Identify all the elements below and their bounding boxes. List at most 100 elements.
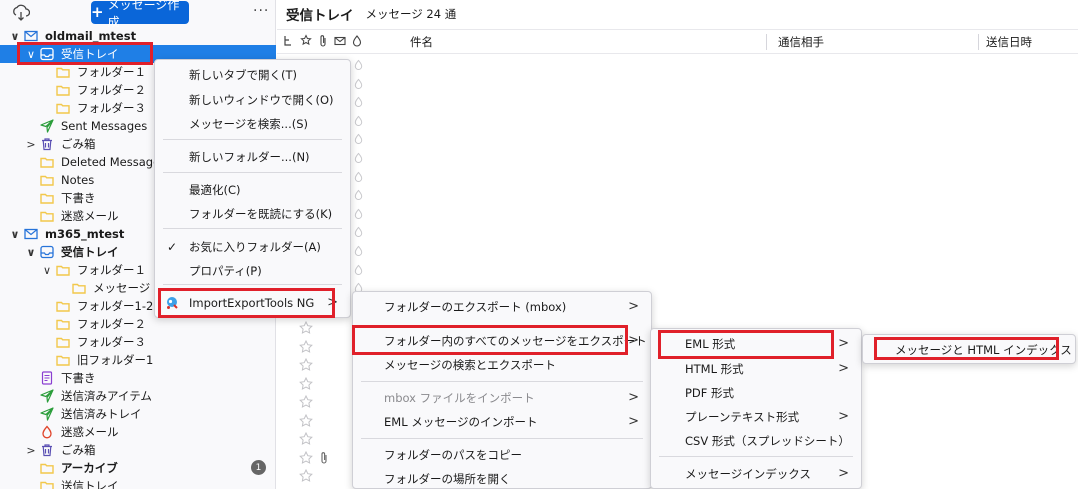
- star-icon[interactable]: [299, 431, 313, 446]
- junk-status-icon[interactable]: [353, 133, 367, 147]
- chevron-right-icon: >: [628, 390, 639, 405]
- star-icon[interactable]: [299, 320, 313, 335]
- star-column-icon[interactable]: [300, 34, 312, 48]
- inbox-icon: [40, 47, 54, 61]
- folder-item[interactable]: 送信済みアイテム: [0, 387, 276, 405]
- menu-item[interactable]: EML 形式 >: [651, 332, 861, 355]
- junk-status-icon[interactable]: [353, 264, 367, 278]
- menu-item[interactable]: フォルダーを既読にする(K): [155, 202, 350, 225]
- column-separator[interactable]: [766, 34, 767, 50]
- mail-account-icon: [24, 227, 38, 241]
- folder-item[interactable]: ∨ oldmail_mtest: [0, 27, 276, 45]
- folder-item[interactable]: アーカイブ: [0, 459, 276, 477]
- menu-item[interactable]: フォルダーの場所を開く: [353, 467, 651, 489]
- folder-item[interactable]: 送信トレイ: [0, 477, 276, 489]
- junk-status-icon[interactable]: [353, 226, 367, 240]
- menu-item[interactable]: 新しいタブで開く(T): [155, 63, 350, 86]
- junk-status-icon[interactable]: [353, 115, 367, 129]
- folder-icon: [56, 299, 70, 313]
- folder-item[interactable]: フォルダー３: [0, 333, 276, 351]
- folder-item[interactable]: 送信済みトレイ: [0, 405, 276, 423]
- folder-item[interactable]: > ごみ箱: [0, 441, 276, 459]
- star-icon[interactable]: [299, 413, 313, 428]
- trash-icon: [40, 137, 54, 151]
- attachment-column-icon[interactable]: [317, 34, 329, 48]
- junk-status-icon[interactable]: [353, 78, 367, 92]
- menu-item[interactable]: CSV 形式（スプレッドシート）: [651, 429, 861, 452]
- more-options-icon[interactable]: ···: [253, 3, 269, 19]
- junk-status-icon[interactable]: [353, 245, 367, 259]
- menu-item[interactable]: ✓ お気に入りフォルダー(A): [155, 235, 350, 258]
- star-icon[interactable]: [299, 394, 313, 409]
- junk-status-icon[interactable]: [353, 152, 367, 166]
- menu-item[interactable]: プレーンテキスト形式 >: [651, 405, 861, 428]
- star-icon[interactable]: [299, 376, 313, 391]
- correspondent-column-header[interactable]: 通信相手: [778, 34, 824, 50]
- collapse-icon[interactable]: ∨: [42, 264, 52, 277]
- collapse-icon[interactable]: ∨: [10, 228, 20, 241]
- importexport-submenu: フォルダーのエクスポート (mbox) > フォルダー内のすべてのメッセージをエクス…: [352, 291, 652, 489]
- subject-column-header[interactable]: 件名: [410, 34, 433, 50]
- menu-item[interactable]: ImportExportTools NG >: [155, 291, 350, 314]
- menu-item[interactable]: 最適化(C): [155, 178, 350, 201]
- expand-icon[interactable]: >: [26, 444, 36, 457]
- folder-label: Sent Messages: [61, 119, 148, 133]
- folder-item[interactable]: 旧フォルダー1: [0, 351, 276, 369]
- folder-icon: [40, 191, 54, 205]
- folder-label: フォルダー３: [77, 101, 146, 115]
- menu-item[interactable]: フォルダー内のすべてのメッセージをエクスポート >: [353, 329, 651, 352]
- menu-item[interactable]: メッセージの検索とエクスポート: [353, 353, 651, 376]
- folder-icon: [56, 353, 70, 367]
- folder-item[interactable]: 下書き: [0, 369, 276, 387]
- star-icon[interactable]: [299, 468, 313, 483]
- junk-status-icon[interactable]: [353, 208, 367, 222]
- read-status-column-icon[interactable]: [334, 34, 346, 48]
- collapse-icon[interactable]: ∨: [26, 246, 36, 259]
- menu-item[interactable]: EML メッセージのインポート >: [353, 410, 651, 433]
- star-icon[interactable]: [299, 450, 313, 465]
- unread-count-badge: 1: [251, 460, 266, 475]
- menu-item[interactable]: メッセージを検索...(S): [155, 112, 350, 135]
- folder-label: m365_mtest: [45, 227, 125, 241]
- sent-icon: [40, 119, 54, 133]
- junk-status-icon[interactable]: [353, 96, 367, 110]
- folder-icon: [56, 101, 70, 115]
- folder-label: フォルダー２: [77, 83, 146, 97]
- junk-status-icon[interactable]: [353, 171, 367, 185]
- junk-column-icon[interactable]: [351, 34, 363, 48]
- get-messages-icon[interactable]: [12, 4, 31, 22]
- date-column-header[interactable]: 送信日時: [986, 34, 1032, 50]
- folder-icon: [40, 479, 54, 489]
- folder-label: アーカイブ: [61, 461, 118, 475]
- menu-item[interactable]: 新しいフォルダー...(N): [155, 145, 350, 168]
- folder-toolbar: + メッセージ作成 ···: [0, 0, 276, 29]
- folder-label: 受信トレイ: [61, 245, 119, 259]
- menu-item[interactable]: 新しいウィンドウで開く(O): [155, 88, 350, 111]
- menu-item-label: プロパティ(P): [189, 263, 262, 278]
- menu-item-label: 最適化(C): [189, 182, 241, 197]
- junk-status-icon[interactable]: [353, 59, 367, 73]
- menu-item[interactable]: フォルダーのパスをコピー: [353, 443, 651, 466]
- junk-status-icon[interactable]: [353, 189, 367, 203]
- folder-label: メッセージ: [93, 281, 151, 295]
- menu-item[interactable]: PDF 形式: [651, 381, 861, 404]
- chevron-right-icon: >: [628, 333, 639, 348]
- menu-separator: [163, 139, 342, 140]
- thread-column-icon[interactable]: [283, 34, 295, 48]
- folder-label: 送信トレイ: [61, 479, 119, 489]
- menu-item[interactable]: HTML 形式 >: [651, 357, 861, 380]
- collapse-icon[interactable]: ∨: [10, 30, 20, 43]
- expand-icon[interactable]: >: [26, 138, 36, 151]
- star-icon[interactable]: [299, 339, 313, 354]
- menu-item[interactable]: メッセージインデックス >: [651, 462, 861, 485]
- menu-item[interactable]: フォルダーのエクスポート (mbox) >: [353, 295, 651, 318]
- new-message-button[interactable]: + メッセージ作成: [91, 0, 189, 29]
- column-separator[interactable]: [978, 34, 979, 50]
- menu-item[interactable]: メッセージと HTML インデックス: [863, 338, 1075, 361]
- folder-item[interactable]: 迷惑メール: [0, 423, 276, 441]
- star-icon[interactable]: [299, 357, 313, 372]
- trash-icon: [40, 443, 54, 457]
- folder-label: 迷惑メール: [61, 425, 119, 439]
- collapse-icon[interactable]: ∨: [26, 48, 36, 61]
- menu-item[interactable]: プロパティ(P): [155, 259, 350, 282]
